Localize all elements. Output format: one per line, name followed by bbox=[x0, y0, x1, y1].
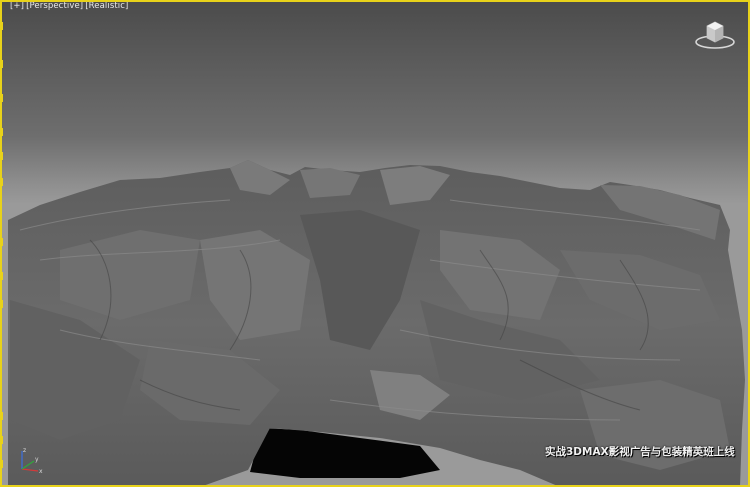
viewport-label[interactable]: [+] [Perspective] [Realistic] bbox=[10, 1, 128, 11]
viewcube-icon[interactable] bbox=[694, 18, 736, 52]
viewport-view-label[interactable]: [Perspective] bbox=[26, 1, 83, 11]
perspective-viewport[interactable]: [+] [Perspective] [Realistic] z x y 实战3D… bbox=[0, 0, 750, 487]
viewport-menu-plus[interactable]: [+] bbox=[10, 1, 24, 11]
axis-tripod-icon: z x y bbox=[21, 447, 43, 475]
axis-x-label: x bbox=[39, 468, 43, 475]
terrain-mesh[interactable] bbox=[0, 0, 750, 487]
axis-z-label: z bbox=[23, 447, 26, 454]
viewport-edge-ticks bbox=[0, 0, 3, 487]
viewport-shading-label[interactable]: [Realistic] bbox=[85, 1, 128, 11]
watermark-text: 实战3DMAX影视广告与包装精英班上线 bbox=[545, 446, 735, 458]
axis-y-label: y bbox=[35, 456, 39, 463]
